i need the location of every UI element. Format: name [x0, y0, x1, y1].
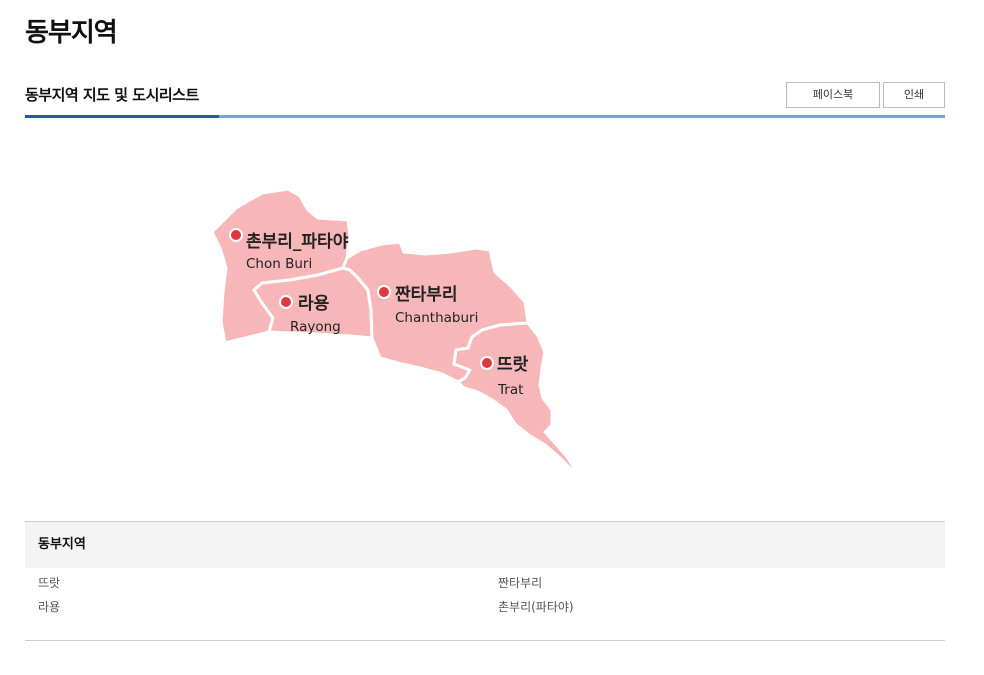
- map-label-chon-buri-ko[interactable]: 촌부리_파타야: [246, 232, 349, 252]
- map-label-chanthaburi-en: Chanthaburi: [395, 310, 478, 326]
- map-label-chon-buri-en: Chon Buri: [246, 256, 312, 272]
- city-list-item[interactable]: 촌부리(파타야): [498, 598, 574, 615]
- city-list-heading: 동부지역: [25, 522, 945, 568]
- map-label-trat-ko[interactable]: 뜨랏: [497, 355, 529, 375]
- map-label-rayong-ko[interactable]: 라용: [298, 294, 330, 314]
- marker-icon[interactable]: [480, 356, 494, 370]
- map-label-chanthaburi-ko[interactable]: 짠타부리: [395, 285, 458, 305]
- city-list-item[interactable]: 뜨랏: [38, 574, 60, 591]
- city-list: 동부지역 뜨랏 짠타부리 라용 촌부리(파타야): [25, 521, 945, 641]
- map-label-trat-en: Trat: [497, 382, 523, 398]
- marker-icon[interactable]: [377, 285, 391, 299]
- marker-icon[interactable]: [229, 228, 243, 242]
- city-list-item[interactable]: 라용: [38, 598, 60, 615]
- marker-icon[interactable]: [279, 295, 293, 309]
- city-list-item[interactable]: 짠타부리: [498, 574, 542, 591]
- map-region-trat[interactable]: [452, 321, 580, 480]
- eastern-region-map: 촌부리_파타야 Chon Buri 라용 Rayong 짠타부리 Chantha…: [210, 187, 580, 480]
- map-label-rayong-en: Rayong: [290, 319, 341, 335]
